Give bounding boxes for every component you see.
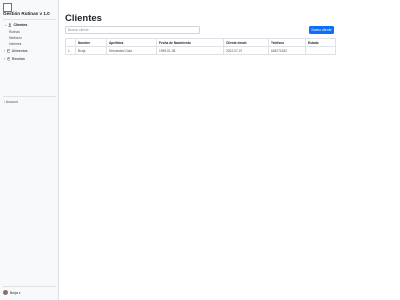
column-header [65,38,76,47]
sidebar-divider [3,96,56,97]
sidebar-item-medicion[interactable]: Medición [9,36,22,40]
clients-table: Nombre Apellidos Fecha de Nacimiento Cli… [65,38,336,55]
caret-down-icon: ▾ [18,290,21,295]
new-client-button[interactable]: Nuevo cliente [309,26,334,34]
chevron-right-icon: › [4,57,6,62]
table-header-row: Nombre Apellidos Fecha de Nacimiento Cli… [65,38,336,47]
sidebar-divider [3,19,56,20]
table-cell: 646271542 [268,46,306,55]
sidebar-group-clientes[interactable]: ⌄ Clientes [4,23,27,28]
sidebar-account[interactable]: › Account [4,100,18,104]
column-header[interactable]: Apellidos [106,38,157,47]
table-cell: 1 [65,46,76,55]
table-cell: Hernández Díaz [106,46,157,55]
calendar-icon [6,49,11,54]
table-cell [305,46,336,55]
table-cell: 2022-07-07 [223,46,269,55]
sidebar: Gestión Rutinas v 1.0 ⌄ Clientes Rutinas… [0,0,59,300]
column-header[interactable]: Telefono [268,38,306,47]
account-label: Account [5,100,18,104]
sidebar-group-alimentos[interactable]: › Alimentos [4,49,28,54]
sidebar-group-label: Recetas [11,57,25,62]
person-circle-icon [6,57,11,62]
column-header[interactable]: Estado [305,38,336,47]
sidebar-group-label: Clientes [13,23,28,28]
person-icon [8,23,12,28]
column-header[interactable]: Fecha de Nacimiento [156,38,224,47]
user-menu[interactable]: Borja ▾ [3,290,20,295]
column-header[interactable]: Cliente desde [223,38,269,47]
chevron-down-icon: ⌄ [4,23,7,28]
chevron-right-icon: › [4,49,6,54]
table-cell: Borja [75,46,107,55]
sidebar-item-informes[interactable]: Informes [9,42,21,46]
avatar [3,290,8,295]
sidebar-divider [3,286,56,287]
user-name: Borja [10,290,18,295]
table-cell: 1995-01-08 [156,46,224,55]
sidebar-item-rutinas[interactable]: Rutinas [9,30,20,34]
page-title: Clientes [65,13,102,24]
app-title: Gestión Rutinas v 1.0 [3,11,50,16]
sidebar-group-recetas[interactable]: › Recetas [4,57,25,62]
table-row[interactable]: 1 Borja Hernández Díaz 1995-01-08 2022-0… [65,46,336,55]
column-header[interactable]: Nombre [75,38,107,47]
search-input[interactable] [65,26,200,34]
sidebar-group-label: Alimentos [11,49,28,54]
